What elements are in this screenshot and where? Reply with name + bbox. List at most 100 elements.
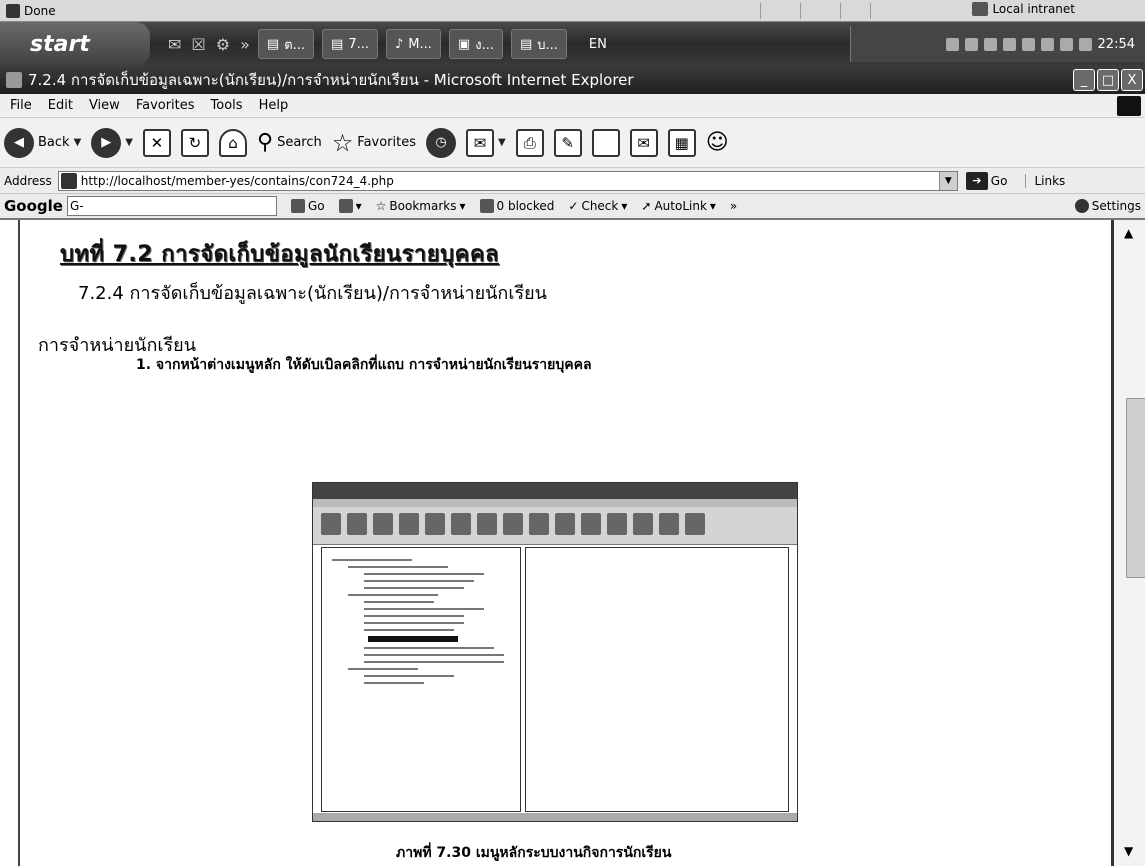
language-indicator[interactable]: EN	[589, 37, 607, 52]
tray-icon[interactable]	[1002, 37, 1016, 51]
tree-line	[364, 622, 464, 624]
mail-button[interactable]: ✉ ▼	[466, 128, 506, 157]
quick-launch-more-icon[interactable]: »	[240, 35, 250, 54]
research-button[interactable]: ✉	[629, 128, 658, 157]
status-divider	[760, 3, 761, 19]
scroll-thumb[interactable]	[1126, 398, 1145, 578]
tray-icon[interactable]	[1059, 37, 1073, 51]
quick-launch-icon[interactable]: ☒	[191, 35, 205, 54]
go-label: Go	[990, 173, 1008, 188]
google-go-icon	[290, 199, 305, 213]
tray-icon[interactable]	[1040, 37, 1054, 51]
status-text: Done	[24, 3, 56, 18]
stop-button[interactable]: ✕	[142, 128, 171, 157]
bookmarks-button[interactable]: ☆ Bookmarks ▾	[376, 199, 466, 213]
close-button[interactable]: X	[1121, 69, 1143, 91]
refresh-button[interactable]: ↻	[180, 128, 209, 157]
messenger-button[interactable]: ☺	[706, 130, 729, 155]
print-button[interactable]: ⎙	[515, 128, 544, 157]
figure-tool-icon	[347, 513, 367, 535]
google-search-value: G-	[69, 199, 84, 213]
go-arrow-icon: ➔	[965, 171, 988, 190]
tray-icon[interactable]	[1021, 37, 1035, 51]
discuss-button[interactable]	[591, 128, 620, 157]
tree-line	[364, 573, 484, 575]
clock[interactable]: 22:54	[1098, 37, 1135, 52]
history-button[interactable]: ◷	[426, 127, 457, 158]
taskbar-button[interactable]: ▣ ง...	[448, 29, 503, 59]
quick-launch-icon[interactable]: ⚙	[216, 35, 230, 54]
tree-line	[332, 559, 412, 561]
tree-line	[364, 647, 494, 649]
bookmarks-label: Bookmarks	[389, 199, 457, 213]
favorites-button[interactable]: ☆ Favorites	[332, 129, 416, 157]
minimize-button[interactable]: _	[1073, 69, 1095, 91]
window-title: 7.2.4 การจัดเก็บข้อมูลเฉพาะ(นักเรียน)/กา…	[28, 71, 634, 89]
menu-view[interactable]: View	[81, 98, 128, 113]
chevron-down-icon[interactable]: ▼	[938, 171, 957, 190]
home-button[interactable]: ⌂	[218, 128, 247, 157]
google-toolbar: Google G- Go ▾ ☆ Bookmarks ▾ 0 blocked ✓ Ch…	[0, 194, 1145, 220]
media-icon: ♪	[395, 36, 404, 52]
restore-button[interactable]: □	[1097, 69, 1119, 91]
vertical-scrollbar[interactable]: ▲ ▼	[1111, 220, 1145, 866]
forward-arrow-icon: ▶	[91, 127, 122, 158]
intranet-icon	[972, 2, 989, 16]
window-titlebar[interactable]: 7.2.4 การจัดเก็บข้อมูลเฉพาะ(นักเรียน)/กา…	[0, 66, 1145, 94]
media-icon: ▦	[667, 128, 696, 157]
taskbar-button[interactable]: ▤ บ...	[510, 29, 567, 59]
search-button[interactable]: ⚲ Search	[257, 130, 322, 155]
links-button[interactable]: Links	[1025, 173, 1065, 188]
menu-edit[interactable]: Edit	[40, 98, 81, 113]
security-zone[interactable]: Local intranet	[972, 2, 1075, 16]
research-icon: ✉	[629, 128, 658, 157]
back-label: Back	[38, 135, 70, 150]
spell-check-button[interactable]: ✓ Check ▾	[568, 199, 627, 213]
figure-tool-icon	[399, 513, 419, 535]
chevron-down-icon[interactable]: ▼	[74, 137, 82, 148]
tray-icon[interactable]	[983, 37, 997, 51]
taskbar-button[interactable]: ▤ ต...	[257, 29, 315, 59]
figure-tool-icon	[581, 513, 601, 535]
start-button[interactable]: start	[0, 22, 150, 66]
settings-icon	[1074, 199, 1089, 213]
back-arrow-icon: ◀	[4, 127, 34, 158]
chevron-down-icon[interactable]: ▼	[498, 137, 506, 148]
settings-button[interactable]: Settings	[1074, 199, 1141, 213]
menu-tools[interactable]: Tools	[203, 98, 251, 113]
tray-icon[interactable]	[964, 37, 978, 51]
menu-file[interactable]: File	[2, 98, 40, 113]
google-search-input[interactable]: G-	[66, 196, 277, 216]
check-label: Check	[581, 199, 619, 213]
page-favicon	[60, 172, 77, 189]
taskbar-button[interactable]: ▤ 7...	[322, 29, 378, 59]
back-button[interactable]: ◀ Back ▼	[4, 127, 82, 158]
figure-tree-pane	[321, 547, 521, 812]
volume-icon[interactable]	[1078, 37, 1092, 51]
taskbar-button[interactable]: ♪ M...	[386, 29, 441, 59]
menu-favorites[interactable]: Favorites	[128, 98, 203, 113]
forward-button[interactable]: ▶ ▼	[91, 127, 133, 158]
tray-icon[interactable]	[945, 37, 959, 51]
scroll-up-icon[interactable]: ▲	[1124, 226, 1133, 240]
figure-caption: ภาพที่ 7.30 เมนูหลักระบบงานกิจการนักเรีย…	[396, 845, 672, 861]
figure-tool-icon	[659, 513, 679, 535]
quick-launch-icon[interactable]: ✉	[168, 35, 181, 54]
scroll-down-icon[interactable]: ▼	[1124, 844, 1133, 858]
more-button[interactable]: »	[730, 199, 737, 213]
address-label: Address	[4, 173, 52, 188]
autolink-button[interactable]: ➚ AutoLink ▾	[641, 199, 716, 213]
instruction-step: 1. จากหน้าต่างเมนูหลัก ให้ดับเบิลคลิกที่…	[136, 357, 592, 373]
chevron-down-icon[interactable]: ▼	[125, 137, 133, 148]
go-button[interactable]: ➔ Go	[965, 171, 1008, 190]
menu-help[interactable]: Help	[251, 98, 297, 113]
edit-button[interactable]: ✎	[553, 128, 582, 157]
google-go-button[interactable]: Go	[290, 199, 325, 213]
mail-icon: ✉	[466, 128, 495, 157]
refresh-icon: ↻	[180, 128, 209, 157]
popup-blocker-button[interactable]: 0 blocked	[479, 199, 554, 213]
google-options-button[interactable]: ▾	[338, 199, 362, 213]
address-input[interactable]: http://localhost/member-yes/contains/con…	[57, 170, 958, 191]
media-button[interactable]: ▦	[667, 128, 696, 157]
google-logo[interactable]: Google	[4, 197, 63, 215]
